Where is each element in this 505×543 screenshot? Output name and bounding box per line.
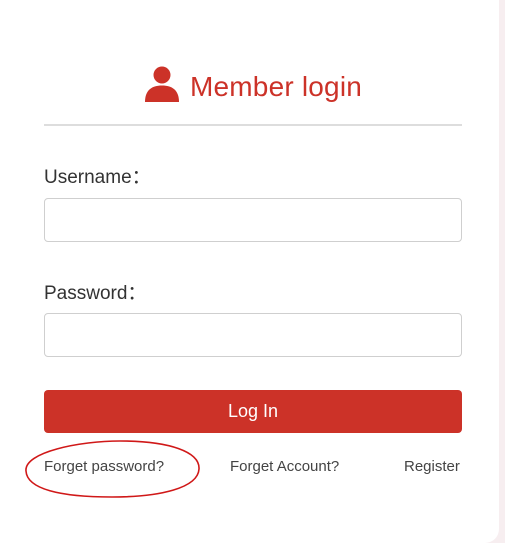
login-button[interactable]: Log In bbox=[44, 390, 462, 433]
username-label: Username： bbox=[44, 167, 151, 188]
header-divider bbox=[44, 124, 462, 126]
password-label: Password： bbox=[44, 283, 147, 304]
user-icon bbox=[144, 66, 180, 107]
page-title: Member login bbox=[189, 70, 363, 102]
register-link[interactable]: Register bbox=[404, 458, 460, 475]
forget-account-link[interactable]: Forget Account? bbox=[230, 458, 339, 475]
login-card: Member login Username： Password： Log In … bbox=[0, 0, 499, 543]
password-input[interactable] bbox=[44, 313, 462, 357]
forget-password-link[interactable]: Forget password? bbox=[44, 458, 164, 475]
login-header-content: Member login bbox=[144, 66, 362, 107]
login-header: Member login bbox=[44, 62, 462, 124]
username-input[interactable] bbox=[44, 198, 462, 242]
